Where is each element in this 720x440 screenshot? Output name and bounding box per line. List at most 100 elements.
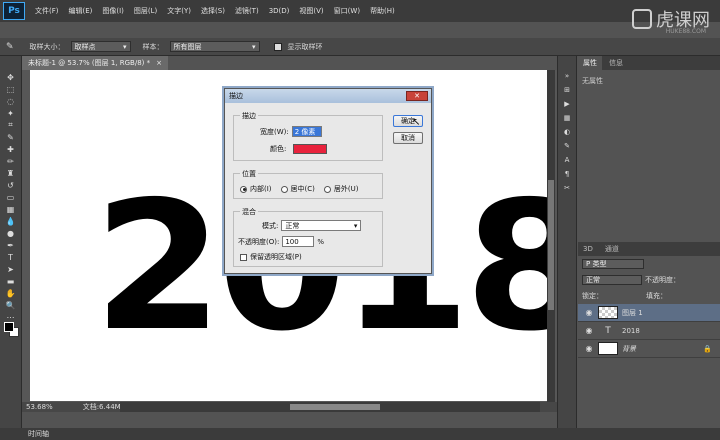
layer-row-background[interactable]: ◉ 背景 🔒 xyxy=(578,340,720,358)
timeline-bar: 时间轴 xyxy=(0,428,720,440)
menu-help[interactable]: 帮助(H) xyxy=(370,6,395,16)
lasso-tool-icon[interactable]: ◌ xyxy=(4,96,18,106)
sample-size-select[interactable]: 取样点 ▾ xyxy=(70,41,131,52)
stroke-color-swatch[interactable] xyxy=(293,144,328,154)
sample-size-label: 取样大小： xyxy=(29,42,65,51)
actions-icon[interactable]: ▶ xyxy=(564,100,569,108)
opacity-unit: % xyxy=(317,237,324,246)
width-input[interactable]: 2 像素 xyxy=(291,126,322,137)
close-icon[interactable]: × xyxy=(156,59,162,67)
shape-tool-icon[interactable]: ▬ xyxy=(4,276,18,286)
layer-row-layer1[interactable]: ◉ 图层 1 xyxy=(578,304,720,322)
menu-layer[interactable]: 图层(L) xyxy=(134,6,157,16)
photoshop-logo: Ps xyxy=(3,2,25,20)
crop-tool-icon[interactable]: ⌗ xyxy=(4,120,18,130)
collapse-icon[interactable]: » xyxy=(565,72,569,80)
vertical-scrollbar[interactable] xyxy=(547,70,555,402)
tools-preset-icon[interactable]: ✂ xyxy=(564,184,570,192)
show-ring-checkbox[interactable] xyxy=(273,42,282,51)
zoom-level[interactable]: 53.68% xyxy=(26,403,53,411)
eye-icon[interactable]: ◉ xyxy=(584,344,594,353)
swatches-icon[interactable]: ▦ xyxy=(564,114,571,122)
dialog-title: 描边 xyxy=(229,92,243,100)
timeline-label[interactable]: 时间轴 xyxy=(28,429,49,439)
chevron-down-icon: ▾ xyxy=(353,221,358,230)
scrollbar-thumb[interactable] xyxy=(548,180,554,310)
brush-tool-icon[interactable]: ✏ xyxy=(4,156,18,166)
mode-label: 模式: xyxy=(262,221,279,230)
opacity-input[interactable]: 100 xyxy=(282,236,315,247)
radio-center[interactable] xyxy=(280,185,288,193)
gradient-tool-icon[interactable]: ▦ xyxy=(4,204,18,214)
watermark-url: HUKE88.COM xyxy=(665,28,706,35)
menu-type[interactable]: 文字(Y) xyxy=(167,6,191,16)
menu-image[interactable]: 图像(I) xyxy=(102,6,124,16)
cancel-button[interactable]: 取消 xyxy=(393,132,423,144)
tab-info[interactable]: 信息 xyxy=(604,56,628,70)
hand-tool-icon[interactable]: ✋ xyxy=(4,288,18,298)
menu-view[interactable]: 视图(V) xyxy=(299,6,323,16)
pen-tool-icon[interactable]: ✒ xyxy=(4,240,18,250)
chevron-down-icon: ▾ xyxy=(123,42,127,51)
horizontal-scrollbar[interactable] xyxy=(120,402,540,412)
history-icon[interactable]: ⊞ xyxy=(564,86,570,94)
more-tools-icon[interactable]: ⋯ xyxy=(4,312,18,322)
marquee-tool-icon[interactable]: ⬚ xyxy=(4,84,18,94)
tab-3d[interactable]: 3D xyxy=(578,242,598,256)
move-tool-icon[interactable]: ✥ xyxy=(4,72,18,82)
zoom-tool-icon[interactable]: 🔍 xyxy=(4,300,18,310)
panel-icon-strip: » ⊞ ▶ ▦ ◐ ✎ A ¶ ✂ xyxy=(557,56,577,428)
eyedropper-tool-icon[interactable]: ✎ xyxy=(4,132,18,142)
foreground-color-swatch[interactable] xyxy=(4,322,14,332)
paragraph-icon[interactable]: ¶ xyxy=(565,170,569,178)
fill-label: 填充： xyxy=(646,292,667,300)
layer-filter-value: P 类型 xyxy=(586,260,607,268)
radio-outside[interactable] xyxy=(323,185,331,193)
menu-file[interactable]: 文件(F) xyxy=(35,6,59,16)
sample-label: 样本： xyxy=(142,42,164,51)
adjust-icon[interactable]: ◐ xyxy=(564,128,570,136)
opacity-label: 不透明度(O): xyxy=(238,237,280,246)
color-label: 颜色: xyxy=(270,145,287,153)
menu-edit[interactable]: 编辑(E) xyxy=(69,6,93,16)
menu-window[interactable]: 窗口(W) xyxy=(334,6,360,16)
tab-properties[interactable]: 属性 xyxy=(578,56,602,70)
right-panel: 属性 信息 无属性 3D 通道 P 类型 正常 不透明度： 锁定： 填充： ◉ … xyxy=(578,56,720,428)
layer-name: 背景 xyxy=(622,344,636,353)
tab-channels[interactable]: 通道 xyxy=(600,242,624,256)
character-icon[interactable]: A xyxy=(565,156,570,164)
properties-panel: 无属性 xyxy=(578,70,720,242)
healing-tool-icon[interactable]: ✚ xyxy=(4,144,18,154)
history-brush-icon[interactable]: ↺ xyxy=(4,180,18,190)
brush-panel-icon[interactable]: ✎ xyxy=(564,142,570,150)
sample-value: 所有图层 xyxy=(173,42,202,51)
preserve-transparency-checkbox[interactable] xyxy=(240,253,247,261)
toolbox: ✥ ⬚ ◌ ✦ ⌗ ✎ ✚ ✏ ♜ ↺ ▭ ▦ 💧 ● ✒ T ➤ ▬ ✋ 🔍 … xyxy=(0,56,22,428)
eraser-tool-icon[interactable]: ▭ xyxy=(4,192,18,202)
mode-select[interactable]: 正常 ▾ xyxy=(281,220,362,231)
mouse-cursor-icon: ↖ xyxy=(412,117,421,128)
close-icon[interactable]: ✕ xyxy=(406,91,428,101)
stamp-tool-icon[interactable]: ♜ xyxy=(4,168,18,178)
menu-3d[interactable]: 3D(D) xyxy=(269,7,290,15)
dialog-titlebar[interactable]: 描边 ✕ xyxy=(225,89,431,103)
dodge-tool-icon[interactable]: ● xyxy=(4,228,18,238)
document-tab[interactable]: 未标题-1 @ 53.7% (图层 1, RGB/8) * × xyxy=(22,56,168,70)
radio-inside-label: 内部(I) xyxy=(250,185,272,193)
blur-tool-icon[interactable]: 💧 xyxy=(4,216,18,226)
eye-icon[interactable]: ◉ xyxy=(584,326,594,335)
type-tool-icon[interactable]: T xyxy=(4,252,18,262)
eye-icon[interactable]: ◉ xyxy=(584,308,594,317)
blend-mode-select[interactable]: 正常 xyxy=(582,275,642,285)
radio-inside[interactable] xyxy=(240,185,247,193)
text-layer-icon: T xyxy=(605,325,611,336)
layer-filter-select[interactable]: P 类型 xyxy=(582,259,644,269)
sample-select[interactable]: 所有图层 ▾ xyxy=(169,41,260,52)
scrollbar-thumb[interactable] xyxy=(290,404,380,410)
eyedropper-tool-icon: ✎ xyxy=(6,41,14,52)
menu-filter[interactable]: 滤镜(T) xyxy=(235,6,259,16)
menu-select[interactable]: 选择(S) xyxy=(201,6,225,16)
quick-select-tool-icon[interactable]: ✦ xyxy=(4,108,18,118)
layer-row-2018[interactable]: ◉ T 2018 xyxy=(578,322,720,340)
path-select-tool-icon[interactable]: ➤ xyxy=(4,264,18,274)
